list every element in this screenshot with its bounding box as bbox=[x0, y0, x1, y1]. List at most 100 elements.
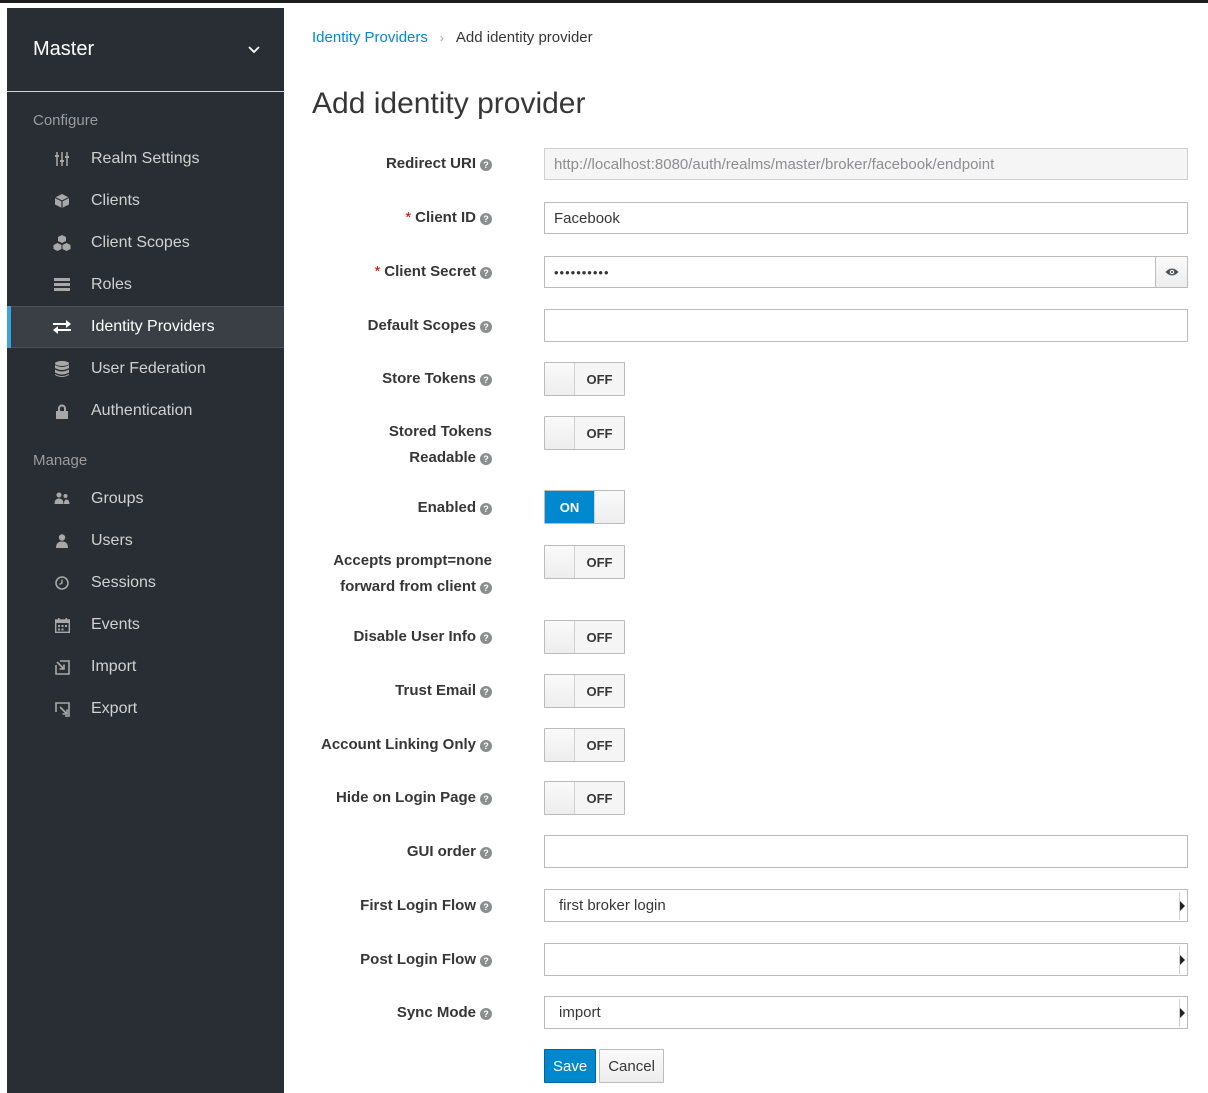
sidebar-item-sessions[interactable]: Sessions bbox=[7, 562, 284, 604]
client-id-label: * Client ID? bbox=[405, 205, 492, 231]
hide-on-login-page-toggle[interactable]: OFF bbox=[544, 781, 625, 815]
toggle-state: OFF bbox=[575, 621, 624, 653]
help-icon[interactable]: ? bbox=[480, 686, 492, 698]
client-secret-label: * Client Secret? bbox=[374, 259, 492, 285]
store-tokens-toggle[interactable]: OFF bbox=[544, 362, 625, 396]
user-icon bbox=[53, 533, 71, 549]
sidebar-item-label: Client Scopes bbox=[91, 234, 190, 251]
help-icon[interactable]: ? bbox=[480, 955, 492, 967]
breadcrumb-link-identity-providers[interactable]: Identity Providers bbox=[312, 29, 428, 46]
database-icon bbox=[53, 361, 71, 377]
sidebar-item-label: User Federation bbox=[91, 360, 206, 377]
help-icon[interactable]: ? bbox=[480, 632, 492, 644]
help-icon[interactable]: ? bbox=[480, 847, 492, 859]
help-icon[interactable]: ? bbox=[480, 267, 492, 279]
sidebar-item-label: Import bbox=[91, 658, 137, 675]
sync-mode-label: Sync Mode? bbox=[397, 1000, 492, 1026]
help-icon[interactable]: ? bbox=[480, 582, 492, 594]
show-secret-button[interactable] bbox=[1156, 256, 1188, 288]
enabled-toggle[interactable]: ON bbox=[544, 490, 625, 524]
sidebar-item-clients[interactable]: Clients bbox=[7, 180, 284, 222]
dropdown-arrow-icon bbox=[1179, 891, 1185, 920]
help-icon[interactable]: ? bbox=[480, 793, 492, 805]
help-icon[interactable]: ? bbox=[480, 1008, 492, 1020]
main-content: Identity Providers › Add identity provid… bbox=[284, 3, 1208, 1093]
sidebar: Master Configure Realm Settings Clients … bbox=[7, 8, 284, 1093]
stored-tokens-readable-toggle[interactable]: OFF bbox=[544, 416, 625, 450]
sidebar-item-label: Users bbox=[91, 532, 133, 549]
help-icon[interactable]: ? bbox=[480, 740, 492, 752]
help-icon[interactable]: ? bbox=[480, 453, 492, 465]
breadcrumb: Identity Providers › Add identity provid… bbox=[312, 29, 593, 46]
manage-section-title: Manage bbox=[33, 452, 88, 469]
cancel-button[interactable]: Cancel bbox=[599, 1049, 664, 1083]
sidebar-item-roles[interactable]: Roles bbox=[7, 264, 284, 306]
toggle-state: OFF bbox=[575, 782, 624, 814]
sidebar-item-label: Groups bbox=[91, 490, 144, 507]
cube-icon bbox=[53, 193, 71, 209]
select-value: first broker login bbox=[559, 897, 666, 914]
accepts-prompt-toggle[interactable]: OFF bbox=[544, 545, 625, 579]
default-scopes-field[interactable] bbox=[544, 309, 1188, 342]
toggle-state: ON bbox=[545, 491, 594, 523]
realm-name: Master bbox=[33, 38, 95, 60]
disable-user-info-toggle[interactable]: OFF bbox=[544, 620, 625, 654]
sidebar-item-label: Sessions bbox=[91, 574, 156, 591]
post-login-flow-select[interactable] bbox=[544, 943, 1188, 976]
lock-icon bbox=[53, 403, 71, 419]
sidebar-item-identity-providers[interactable]: Identity Providers bbox=[7, 306, 284, 348]
cubes-icon bbox=[53, 235, 71, 251]
sync-mode-select[interactable]: import bbox=[544, 996, 1188, 1029]
help-icon[interactable]: ? bbox=[480, 901, 492, 913]
sidebar-item-users[interactable]: Users bbox=[7, 520, 284, 562]
sidebar-item-user-federation[interactable]: User Federation bbox=[7, 348, 284, 390]
sidebar-item-events[interactable]: Events bbox=[7, 604, 284, 646]
sidebar-item-client-scopes[interactable]: Client Scopes bbox=[7, 222, 284, 264]
help-icon[interactable]: ? bbox=[480, 321, 492, 333]
sidebar-item-label: Authentication bbox=[91, 402, 193, 419]
eye-icon bbox=[1165, 268, 1178, 276]
save-button[interactable]: Save bbox=[544, 1049, 597, 1083]
import-icon bbox=[53, 659, 71, 675]
help-icon[interactable]: ? bbox=[480, 374, 492, 386]
toggle-state: OFF bbox=[575, 675, 624, 707]
redirect-uri-label: Redirect URI? bbox=[386, 151, 492, 177]
gui-order-label: GUI order? bbox=[407, 839, 492, 865]
chevron-down-icon bbox=[248, 45, 260, 53]
exchange-icon bbox=[53, 319, 71, 335]
account-linking-only-toggle[interactable]: OFF bbox=[544, 728, 625, 762]
stored-tokens-readable-label: Stored Tokens Readable? bbox=[388, 423, 492, 466]
disable-user-info-label: Disable User Info? bbox=[353, 624, 492, 650]
help-icon[interactable]: ? bbox=[480, 503, 492, 515]
sliders-icon bbox=[53, 151, 71, 167]
client-id-field[interactable]: Facebook bbox=[544, 202, 1188, 234]
trust-email-label: Trust Email? bbox=[395, 678, 492, 704]
client-secret-field[interactable]: •••••••••• bbox=[544, 256, 1156, 288]
required-marker: * bbox=[405, 209, 412, 226]
sidebar-item-groups[interactable]: Groups bbox=[7, 478, 284, 520]
sidebar-item-import[interactable]: Import bbox=[7, 646, 284, 688]
default-scopes-label: Default Scopes? bbox=[368, 313, 492, 339]
required-marker: * bbox=[374, 263, 381, 280]
first-login-flow-label: First Login Flow? bbox=[360, 893, 492, 919]
realm-selector[interactable]: Master bbox=[7, 8, 284, 92]
sidebar-item-authentication[interactable]: Authentication bbox=[7, 390, 284, 432]
dropdown-arrow-icon bbox=[1179, 998, 1185, 1027]
toggle-state: OFF bbox=[575, 417, 624, 449]
first-login-flow-select[interactable]: first broker login bbox=[544, 889, 1188, 922]
calendar-icon bbox=[53, 617, 71, 633]
sidebar-item-label: Roles bbox=[91, 276, 132, 293]
page-title: Add identity provider bbox=[312, 87, 586, 120]
trust-email-toggle[interactable]: OFF bbox=[544, 674, 625, 708]
help-icon[interactable]: ? bbox=[480, 213, 492, 225]
help-icon[interactable]: ? bbox=[480, 159, 492, 171]
users-icon bbox=[53, 491, 71, 507]
gui-order-field[interactable] bbox=[544, 835, 1188, 868]
breadcrumb-separator-icon: › bbox=[439, 30, 444, 45]
clock-icon bbox=[53, 575, 71, 591]
sidebar-item-label: Events bbox=[91, 616, 140, 633]
sidebar-item-realm-settings[interactable]: Realm Settings bbox=[7, 138, 284, 180]
sidebar-item-export[interactable]: Export bbox=[7, 688, 284, 730]
export-icon bbox=[53, 701, 71, 717]
redirect-uri-field[interactable]: http://localhost:8080/auth/realms/master… bbox=[544, 148, 1188, 180]
